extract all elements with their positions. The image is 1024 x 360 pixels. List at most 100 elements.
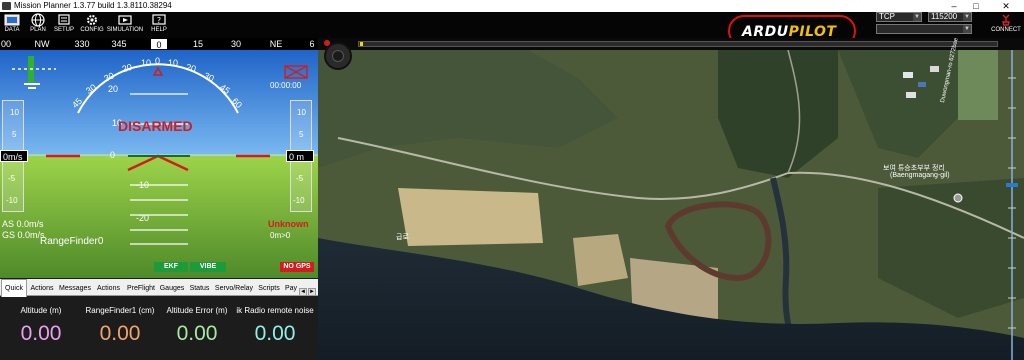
plan-label: PLAN <box>30 27 46 33</box>
tab-servo-relay[interactable]: Servo/Relay <box>213 281 255 296</box>
tab-quick[interactable]: Quick <box>1 279 27 297</box>
chevron-down-icon: ▼ <box>913 13 921 21</box>
ground <box>0 155 318 278</box>
zoom-scale[interactable] <box>998 50 1024 360</box>
quick-cell-rangefinder[interactable]: RangeFinder1 (cm) 0.00 <box>81 300 159 358</box>
baud-rate-select[interactable]: 115200 ▼ <box>928 12 972 22</box>
speed-tape-label: -5 <box>8 174 16 183</box>
connection-type-value: TCP <box>879 12 895 21</box>
chevron-down-icon: ▼ <box>963 13 971 21</box>
compass-label: 345 <box>111 39 127 49</box>
satellite-imagery <box>318 38 1024 360</box>
help-icon: ? <box>152 14 166 25</box>
baud-rate-value: 115200 <box>931 12 958 21</box>
map-view[interactable]: 보여 튜승초부부 정리 (Baengmagang-gil) Duwongman-… <box>318 38 1024 360</box>
quick-value: 0.00 <box>254 322 296 345</box>
tab-payload[interactable]: Pay <box>283 281 299 296</box>
tab-actions-2[interactable]: Actions <box>94 281 123 296</box>
svg-text:?: ? <box>157 16 161 25</box>
tab-strip: Quick Actions Messages Actions PreFlight… <box>0 279 318 297</box>
tab-preflight[interactable]: PreFlight <box>124 281 158 296</box>
title-bar: Mission Planner 1.3.77 build 1.3.8110.38… <box>0 0 1024 12</box>
chevron-down-icon: ▼ <box>963 25 971 33</box>
map-small-label: 급로 <box>396 234 409 241</box>
simulation-button[interactable]: SIMULATION <box>106 13 144 37</box>
connect-label: CONNECT <box>991 27 1021 33</box>
tab-status[interactable]: Status <box>186 281 213 296</box>
distance-text: 0m>0 <box>270 231 291 240</box>
heading-readout: 0 <box>150 38 168 50</box>
plug-icon <box>1002 14 1010 26</box>
speed-tape-label: -10 <box>6 196 18 205</box>
help-label: HELP <box>151 27 167 33</box>
window-title: Mission Planner 1.3.77 build 1.3.8110.38… <box>14 1 172 10</box>
pitch-label: 20 <box>108 84 119 94</box>
tabs-panel: Quick Actions Messages Actions PreFlight… <box>0 278 318 360</box>
compass-label: 15 <box>192 39 204 49</box>
main-toolbar: DATA PLAN SETUP CONFIG SIMULATION ? HELP… <box>0 12 1024 47</box>
connect-button[interactable]: CONNECT <box>990 13 1022 37</box>
altitude-tape-label: 5 <box>299 130 304 139</box>
map-place-subtitle: (Baengmagang-gil) <box>890 172 950 179</box>
flight-mode: Unknown <box>268 219 309 229</box>
throttle-bar <box>28 56 34 84</box>
compass-label: NW <box>34 39 50 49</box>
quick-value: 0.00 <box>20 322 62 345</box>
close-button[interactable]: ✕ <box>996 0 1016 12</box>
altitude-tape-label: -5 <box>296 174 304 183</box>
quick-label: Altitude Error (m) <box>166 306 228 315</box>
port-select[interactable]: ▼ <box>876 24 972 34</box>
hud-panel: 00 NW 330 345 0 15 30 NE 6 45 30 30 20 1… <box>0 38 318 278</box>
quick-label: ik Radio remote noise <box>236 306 314 315</box>
tab-scripts[interactable]: Scripts <box>255 281 283 296</box>
map-status-bar <box>318 38 1024 50</box>
roll-label: 10 <box>141 58 152 68</box>
app-icon <box>2 2 11 10</box>
maximize-button[interactable]: □ <box>966 0 986 12</box>
vibe-badge[interactable]: VIBE <box>190 262 226 272</box>
gear-icon <box>87 15 97 25</box>
compass-label: 00 <box>0 39 12 49</box>
quick-label: RangeFinder1 (cm) <box>85 306 155 315</box>
speed-tape-label: 5 <box>12 130 17 139</box>
compass-label: 30 <box>230 39 242 49</box>
quick-value: 0.00 <box>99 322 141 345</box>
pitch-label: 0 <box>110 150 116 160</box>
quick-value: 0.00 <box>176 322 218 345</box>
groundspeed-text: GS 0.0m/s <box>2 230 45 240</box>
help-button[interactable]: ? HELP <box>148 13 170 37</box>
setup-button[interactable]: SETUP <box>52 13 76 37</box>
quick-cell-radio-noise[interactable]: ik Radio remote noise 0.00 <box>236 300 314 358</box>
flight-time: 00:00:00 <box>270 81 302 90</box>
data-icon <box>4 14 20 26</box>
altitude-tape-label: 10 <box>297 108 306 117</box>
tab-gauges[interactable]: Gauges <box>158 281 186 296</box>
tab-messages[interactable]: Messages <box>57 281 93 296</box>
quick-cell-altitude[interactable]: Altitude (m) 0.00 <box>2 300 80 358</box>
rangefinder-text: RangeFinder0 <box>40 236 104 247</box>
config-button[interactable]: CONFIG <box>79 13 105 37</box>
simulation-label: SIMULATION <box>106 27 144 33</box>
minimize-button[interactable]: – <box>944 0 964 12</box>
roll-label: 0 <box>155 56 161 66</box>
pitch-label: -20 <box>136 213 150 223</box>
pan-control[interactable] <box>324 42 352 70</box>
progress-marker <box>360 42 363 46</box>
armed-status: DISARMED <box>118 118 193 134</box>
globe-icon <box>31 13 45 27</box>
speed-tape-label: 10 <box>10 108 19 117</box>
data-label: DATA <box>4 27 20 33</box>
data-button[interactable]: DATA <box>2 13 22 37</box>
quick-cell-altitude-error[interactable]: Altitude Error (m) 0.00 <box>158 300 236 358</box>
chevron-left-icon[interactable]: ◄ <box>299 288 307 296</box>
roll-label: 10 <box>168 58 179 68</box>
plan-button[interactable]: PLAN <box>28 13 48 37</box>
compass-label: 330 <box>74 39 90 49</box>
chevron-right-icon[interactable]: ► <box>308 288 316 296</box>
quick-label: Altitude (m) <box>20 306 62 315</box>
altitude-tape-label: -10 <box>293 196 305 205</box>
compass-label: 6 <box>309 39 315 49</box>
ekf-badge[interactable]: EKF <box>154 262 188 272</box>
connection-type-select[interactable]: TCP ▼ <box>876 12 922 22</box>
tab-actions[interactable]: Actions <box>28 281 56 296</box>
